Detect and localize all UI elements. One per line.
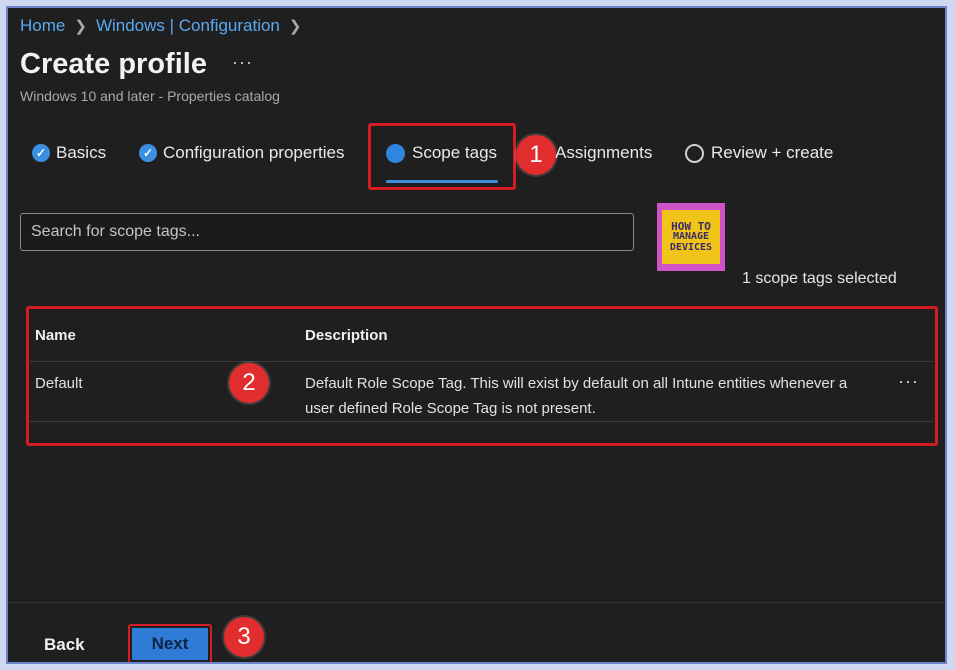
annotation-badge-2: 2 — [229, 363, 269, 403]
step-label: Basics — [56, 143, 107, 162]
annotation-badge-1: 1 — [516, 135, 556, 175]
breadcrumb-home-link[interactable]: Home — [20, 16, 65, 36]
chevron-right-icon: ❯ — [288, 18, 302, 35]
step-assignments[interactable]: Assignments — [555, 143, 652, 163]
search-box[interactable] — [20, 213, 634, 251]
next-button[interactable]: Next — [132, 628, 208, 660]
column-header-name: Name — [35, 327, 76, 344]
step-basics[interactable]: ✓ Basics — [32, 143, 106, 163]
row-description-line2: user defined Role Scope Tag is not prese… — [305, 400, 596, 417]
selected-count-label: 1 scope tags selected — [742, 270, 897, 287]
annotation-box-scope-tags — [368, 123, 516, 190]
row-more-options-icon[interactable]: ··· — [898, 371, 919, 392]
chevron-right-icon: ❯ — [74, 18, 87, 35]
checkmark-icon: ✓ — [139, 144, 157, 162]
footer-divider — [8, 602, 945, 603]
back-button[interactable]: Back — [44, 635, 85, 655]
checkmark-icon: ✓ — [32, 144, 50, 162]
row-name: Default — [35, 375, 83, 392]
page-title: Create profile — [20, 48, 207, 80]
breadcrumb-section-link[interactable]: Windows | Configuration — [96, 16, 280, 36]
app-window: Home ❯ Windows | Configuration ❯ Create … — [6, 6, 947, 664]
step-review-create[interactable]: Review + create — [685, 143, 833, 163]
pending-step-icon — [685, 143, 704, 163]
column-header-description: Description — [305, 327, 388, 344]
more-options-icon[interactable]: ··· — [232, 52, 253, 73]
row-divider — [28, 361, 933, 362]
step-configuration-properties[interactable]: ✓ Configuration properties — [139, 143, 344, 163]
step-label: Review + create — [711, 143, 834, 162]
page-subtitle: Windows 10 and later - Properties catalo… — [20, 88, 280, 104]
step-label: Configuration properties — [163, 143, 345, 162]
row-description-line1: Default Role Scope Tag. This will exist … — [305, 375, 848, 392]
how-to-manage-devices-logo: HOW TO MANAGE DEVICES — [657, 203, 725, 271]
row-divider — [28, 421, 933, 422]
search-input[interactable] — [29, 222, 625, 242]
annotation-badge-3: 3 — [224, 617, 264, 657]
breadcrumb: Home ❯ Windows | Configuration ❯ — [20, 16, 310, 36]
step-label: Assignments — [555, 143, 653, 162]
